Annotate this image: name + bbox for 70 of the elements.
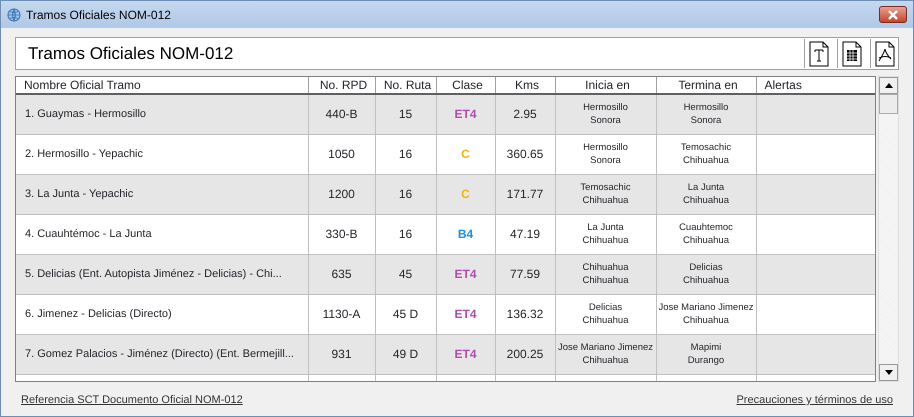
table-cell: 15: [398, 107, 412, 122]
column-header[interactable]: Termina en: [656, 77, 756, 94]
class-code: C: [461, 147, 470, 161]
down-arrow-icon: [884, 370, 892, 375]
table-cell: 7. Gomez Palacios - Jiménez (Directo) (Ent. Bermejill...: [25, 348, 294, 360]
class-code: B4: [458, 227, 474, 241]
place-text: Hermosillo Sonora: [583, 100, 628, 127]
close-icon: [887, 10, 899, 20]
table-cell: 200.25: [506, 347, 544, 361]
table-cell: 47.19: [510, 227, 540, 241]
page-title: Tramos Oficiales NOM-012: [28, 42, 234, 65]
table-cell: 136.32: [506, 307, 544, 321]
column-header[interactable]: Nombre Oficial Tramo: [16, 77, 308, 94]
scroll-up-button[interactable]: [879, 77, 898, 94]
table-cell: 49 D: [392, 347, 418, 361]
table-cell: 5. Delicias (Ent. Autopista Jiménez - Delicias) - Chi...: [25, 268, 282, 280]
place-text: Delicias Chihuahua: [582, 300, 628, 326]
table-cell: 1200: [328, 187, 355, 201]
reference-link[interactable]: Referencia SCT Documento Oficial NOM-012: [21, 392, 243, 408]
place-text: Chihuahua Chihuahua: [582, 260, 628, 286]
place-text: Mapimi Durango: [688, 340, 724, 366]
place-text: Jose Mariano Jimenez Chihuahua: [658, 300, 754, 326]
table-cell: 635: [331, 267, 352, 281]
table-cell: 2.95: [513, 107, 537, 122]
place-text: Hermosillo Sonora: [684, 100, 728, 127]
scroll-down-button[interactable]: [879, 364, 898, 381]
class-code: ET4: [454, 307, 476, 321]
table-cell: 6. Jimenez - Delicias (Directo): [25, 308, 172, 320]
place-text: Jose Mariano Jimenez Chihuahua: [558, 340, 654, 366]
column-header[interactable]: No. RPD: [308, 77, 375, 94]
table-cell: 171.77: [506, 187, 544, 201]
table-cell: 2. Hermosillo - Yepachic: [25, 148, 144, 160]
table-cell: 4. Cuauhtémoc - La Junta: [25, 228, 152, 240]
table-cell: 1130-A: [322, 307, 360, 321]
place-text: La Junta Chihuahua: [683, 180, 729, 206]
scroll-thumb[interactable]: [879, 94, 898, 114]
close-button[interactable]: [879, 6, 907, 23]
table-cell: 16: [398, 147, 412, 161]
table-cell: 77.59: [510, 267, 540, 281]
column-header[interactable]: Inicia en: [555, 77, 656, 94]
place-text: Hermosillo Sonora: [583, 140, 628, 166]
table-cell: 330-B: [325, 227, 358, 241]
table-cell: 45: [398, 267, 412, 281]
scrollbar[interactable]: [878, 76, 899, 382]
class-code: ET4: [454, 267, 476, 281]
table-cell: 440-B: [325, 107, 358, 122]
class-code: C: [461, 187, 470, 201]
table-cell: 45 D: [392, 307, 418, 321]
globe-icon: [7, 8, 21, 22]
window-title: Tramos Oficiales NOM-012: [26, 6, 171, 24]
place-text: La Junta Chihuahua: [582, 220, 628, 246]
place-text: Temosachic Chihuahua: [680, 140, 732, 166]
place-text: Cuauhtemoc Chihuahua: [679, 220, 733, 246]
table-cell: 16: [398, 187, 412, 201]
terms-link[interactable]: Precauciones y términos de uso: [736, 392, 893, 408]
table-cell: 1050: [328, 147, 355, 161]
up-arrow-icon: [884, 83, 892, 88]
table-cell: 1. Guaymas - Hermosillo: [25, 108, 146, 120]
column-header[interactable]: No. Ruta: [375, 77, 436, 94]
place-text: Temosachic Chihuahua: [580, 180, 631, 206]
table-cell: 360.65: [506, 147, 544, 161]
table-cell: 16: [398, 227, 412, 241]
table-cell: 931: [331, 347, 352, 361]
class-code: ET4: [454, 107, 476, 122]
column-header[interactable]: Kms: [495, 77, 555, 94]
class-code: ET4: [454, 347, 476, 361]
column-header[interactable]: Alertas: [756, 77, 875, 94]
column-header[interactable]: Clase: [436, 77, 495, 94]
place-text: Delicias Chihuahua: [683, 260, 729, 286]
table-cell: 3. La Junta - Yepachic: [25, 188, 134, 200]
